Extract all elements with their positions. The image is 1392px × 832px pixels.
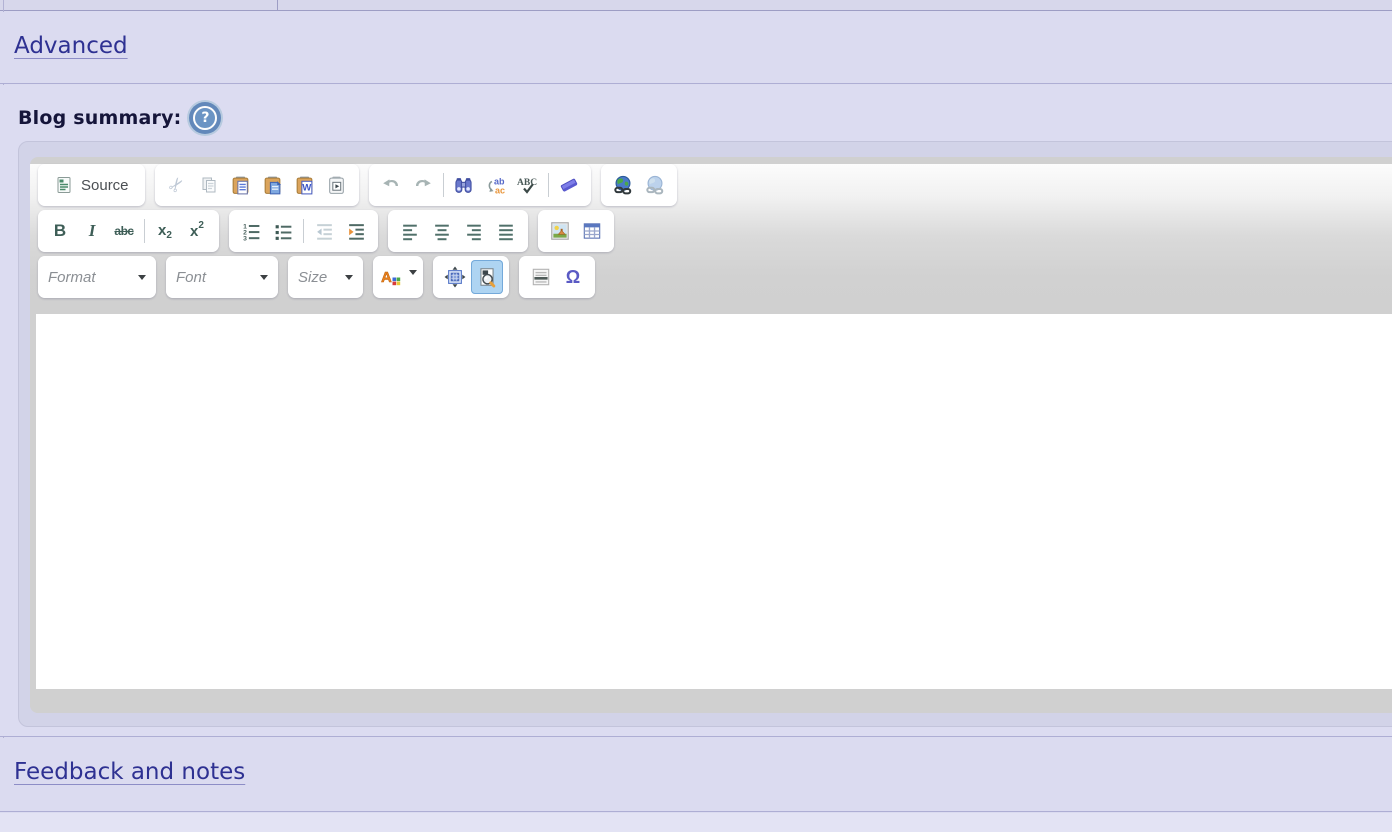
word-w-glyph: W: [302, 182, 311, 193]
justify-icon[interactable]: [490, 214, 522, 248]
toolbar-group-tools: [433, 256, 509, 298]
editor-chrome: Source ✂: [30, 157, 1392, 713]
section-advanced: Advanced: [0, 12, 1392, 84]
redo-icon[interactable]: [407, 168, 439, 202]
italic-button[interactable]: I: [76, 214, 108, 248]
copy-icon[interactable]: [193, 168, 225, 202]
toolbar-group-color: A: [373, 256, 423, 298]
toolbar-group-clipboard: ✂ W: [155, 164, 359, 206]
horizontal-rule-icon[interactable]: [525, 260, 557, 294]
subscript-button[interactable]: x2: [149, 214, 181, 248]
table-icon[interactable]: [576, 214, 608, 248]
toolbar-group-lists: 123: [229, 210, 378, 252]
numbered-list-icon[interactable]: 123: [235, 214, 267, 248]
source-button-label: Source: [81, 177, 129, 194]
bold-button[interactable]: B: [44, 214, 76, 248]
format-dropdown[interactable]: Format: [38, 256, 156, 298]
editor-resize-bar[interactable]: [30, 689, 1392, 713]
blog-summary-label: Blog summary:: [18, 107, 181, 129]
text-color-glyph: A: [381, 269, 392, 286]
preview-button[interactable]: [471, 260, 503, 294]
subscript-mark-glyph: 2: [166, 230, 172, 241]
toolbar-separator: [303, 219, 304, 243]
indent-icon[interactable]: [340, 214, 372, 248]
superscript-button[interactable]: x2: [181, 214, 213, 248]
image-icon[interactable]: [544, 214, 576, 248]
replace-bottom-glyph: ac: [495, 185, 505, 195]
toolbar-group-basicstyles: B I abc x2 x2: [38, 210, 219, 252]
format-dropdown-value: Format: [48, 269, 96, 286]
chevron-down-icon: [345, 275, 353, 280]
toolbar-group-source: Source: [38, 164, 145, 206]
size-dropdown-value: Size: [298, 269, 327, 286]
paste-icon[interactable]: [225, 168, 257, 202]
cut-icon[interactable]: ✂: [161, 168, 193, 202]
blog-summary-header: Blog summary: ?: [0, 85, 1392, 137]
text-color-button[interactable]: A: [379, 260, 417, 294]
bulleted-list-icon[interactable]: [267, 214, 299, 248]
align-center-icon[interactable]: [426, 214, 458, 248]
section-blog-summary: Blog summary: ? Source: [0, 85, 1392, 737]
size-dropdown[interactable]: Size: [288, 256, 363, 298]
section-feedback: Feedback and notes: [0, 738, 1392, 812]
superscript-mark-glyph: 2: [198, 220, 204, 231]
toolbar-separator: [144, 219, 145, 243]
outdent-icon[interactable]: [308, 214, 340, 248]
toolbar-group-insert: [538, 210, 614, 252]
strike-glyph: abc: [114, 224, 133, 238]
paste-from-word-icon[interactable]: W: [289, 168, 321, 202]
replace-icon[interactable]: abac: [480, 168, 512, 202]
toolbar-group-special: Ω: [519, 256, 595, 298]
chevron-down-icon: [138, 275, 146, 280]
align-right-icon[interactable]: [458, 214, 490, 248]
source-button[interactable]: Source: [44, 168, 139, 202]
help-icon[interactable]: ?: [193, 106, 217, 130]
editor-container: Source ✂: [18, 141, 1392, 727]
editor-toolbar: Source ✂: [30, 164, 1392, 314]
strikethrough-button[interactable]: abc: [108, 214, 140, 248]
toolbar-group-link: [601, 164, 677, 206]
font-dropdown-value: Font: [176, 269, 206, 286]
font-dropdown[interactable]: Font: [166, 256, 278, 298]
cut-glyph: ✂: [163, 172, 190, 198]
toolbar-group-align: [388, 210, 528, 252]
toolbar-row-3: Format Font Size A: [30, 256, 1392, 298]
remove-format-icon[interactable]: [553, 168, 585, 202]
top-table-strip: [0, 0, 1392, 11]
omega-glyph: Ω: [566, 267, 580, 288]
align-left-icon[interactable]: [394, 214, 426, 248]
unlink-icon[interactable]: [639, 168, 671, 202]
spellcheck-glyph: ABC: [517, 178, 537, 188]
spell-check-icon[interactable]: ABC: [512, 168, 544, 202]
find-icon[interactable]: [448, 168, 480, 202]
editor-content[interactable]: [36, 314, 1392, 689]
advanced-link[interactable]: Advanced: [14, 33, 128, 59]
source-document-icon: [54, 175, 74, 195]
toolbar-separator: [443, 173, 444, 197]
paste-special-icon[interactable]: [321, 168, 353, 202]
toolbar-row-2: B I abc x2 x2 123: [30, 210, 1392, 252]
table-cell-divider: [277, 0, 278, 11]
link-icon[interactable]: [607, 168, 639, 202]
undo-icon[interactable]: [375, 168, 407, 202]
bottom-strip: [0, 813, 1392, 832]
chevron-down-icon: [260, 275, 268, 280]
chevron-down-icon: [409, 270, 417, 275]
maximize-icon[interactable]: [439, 260, 471, 294]
bold-glyph: B: [54, 221, 66, 241]
list-num3-glyph: 3: [243, 235, 247, 241]
feedback-link[interactable]: Feedback and notes: [14, 759, 245, 785]
italic-glyph: I: [89, 221, 96, 241]
toolbar-separator: [548, 173, 549, 197]
superscript-base-glyph: x: [190, 223, 198, 240]
subscript-base-glyph: x: [158, 222, 166, 239]
toolbar-row-1: Source ✂: [30, 164, 1392, 206]
special-character-icon[interactable]: Ω: [557, 260, 589, 294]
paste-text-icon[interactable]: [257, 168, 289, 202]
toolbar-group-undo-find: abac ABC: [369, 164, 591, 206]
